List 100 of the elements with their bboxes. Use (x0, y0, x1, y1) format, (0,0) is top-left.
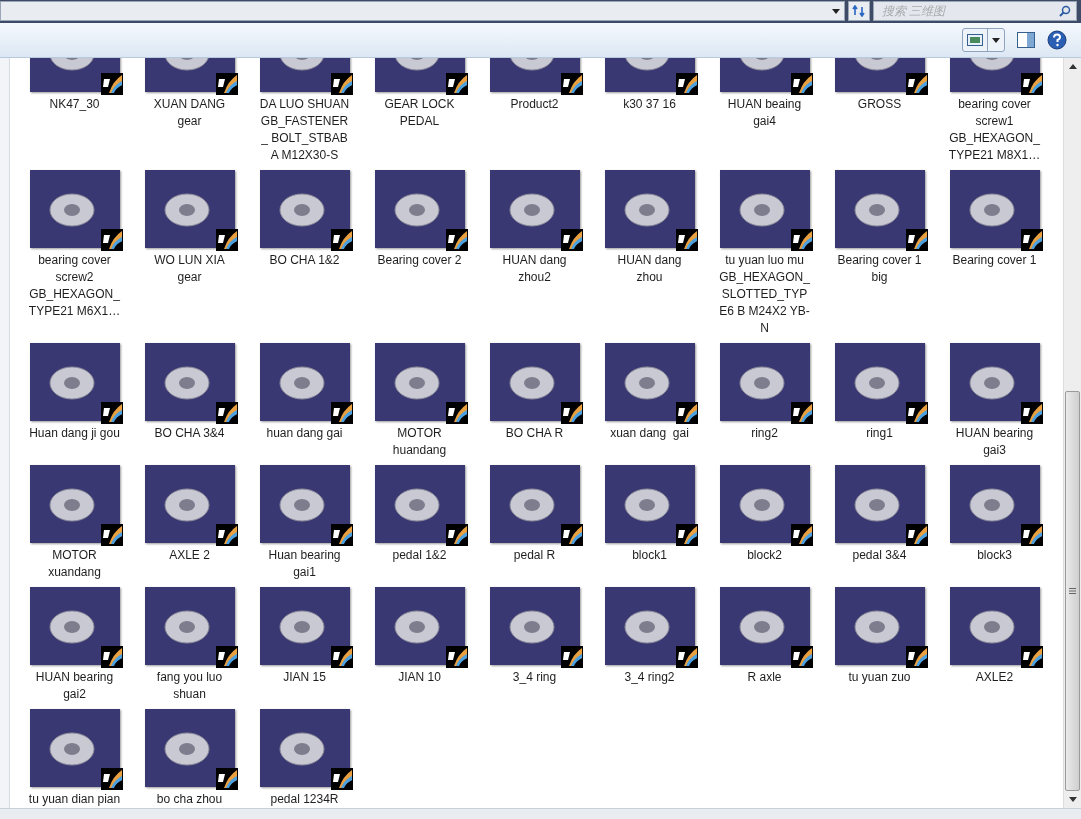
file-name[interactable]: HUAN bearing gai2 (28, 669, 121, 703)
file-type-icon (1020, 402, 1043, 424)
file-type-icon (905, 524, 928, 546)
search-icon[interactable] (1059, 5, 1071, 17)
file-name[interactable]: Product2 (488, 96, 581, 113)
file-type-icon (1020, 73, 1043, 95)
file-type-icon (445, 402, 468, 424)
file-type-icon (330, 73, 353, 95)
file-name[interactable]: bearing cover screw2 GB_HEXAGON_ TYPE21 M6X1… (28, 252, 121, 320)
file-type-icon (330, 229, 353, 251)
file-name[interactable]: BO CHA R (488, 425, 581, 442)
file-type-icon (330, 646, 353, 668)
file-name[interactable]: HUAN dang zhou2 (488, 252, 581, 286)
file-type-icon (560, 524, 583, 546)
file-type-icon (100, 768, 123, 790)
file-name[interactable]: xuan dang gai (603, 425, 696, 442)
file-type-icon (905, 229, 928, 251)
file-name[interactable]: tu yuan zuo (833, 669, 926, 686)
file-type-icon (215, 402, 238, 424)
file-name[interactable]: Bearing cover 2 (373, 252, 466, 269)
file-name[interactable]: HUAN dang zhou (603, 252, 696, 286)
file-type-icon (905, 646, 928, 668)
file-type-icon (560, 646, 583, 668)
file-name[interactable]: JIAN 10 (373, 669, 466, 686)
file-name[interactable]: block3 (948, 547, 1041, 564)
vertical-scrollbar[interactable] (1063, 58, 1081, 808)
scroll-down-icon[interactable] (1068, 797, 1077, 802)
file-name[interactable]: MOTOR huandang (373, 425, 466, 459)
file-name[interactable]: NK47_30 (28, 96, 121, 113)
scroll-up-icon[interactable] (1068, 64, 1077, 69)
file-name[interactable]: GEAR LOCK PEDAL (373, 96, 466, 130)
file-name[interactable]: pedal 1234R (258, 791, 351, 808)
file-name[interactable]: ring2 (718, 425, 811, 442)
file-type-icon (560, 73, 583, 95)
file-name[interactable]: block2 (718, 547, 811, 564)
file-type-icon (560, 229, 583, 251)
file-type-icon (445, 646, 468, 668)
dropdown-arrow-icon[interactable] (832, 8, 840, 14)
file-name[interactable]: WO LUN XIA gear (143, 252, 236, 286)
file-type-icon (1020, 646, 1043, 668)
file-type-icon (330, 524, 353, 546)
file-name[interactable]: DA LUO SHUAN GB_FASTENER_ BOLT_STBAB A M12X30-S (258, 96, 351, 164)
file-name[interactable]: huan dang gai (258, 425, 351, 442)
file-type-icon (100, 402, 123, 424)
file-type-icon (790, 73, 813, 95)
file-name[interactable]: bo cha zhou (143, 791, 236, 808)
file-type-icon (675, 229, 698, 251)
file-type-icon (100, 229, 123, 251)
file-name[interactable]: 3_4 ring2 (603, 669, 696, 686)
refresh-icon (852, 5, 866, 17)
file-name[interactable]: Bearing cover 1 big (833, 252, 926, 286)
file-name[interactable]: block1 (603, 547, 696, 564)
file-name[interactable]: k30 37 16 (603, 96, 696, 113)
file-name[interactable]: fang you luo shuan (143, 669, 236, 703)
file-type-icon (215, 768, 238, 790)
file-name[interactable]: HUAN beaing gai4 (718, 96, 811, 130)
file-type-icon (445, 229, 468, 251)
file-name[interactable]: pedal 3&4 (833, 547, 926, 564)
file-name[interactable]: GROSS (833, 96, 926, 113)
file-name[interactable]: AXLE 2 (143, 547, 236, 564)
file-name[interactable]: HUAN bearing gai3 (948, 425, 1041, 459)
file-name[interactable]: Huan dang ji gou (28, 425, 121, 442)
file-name[interactable]: BO CHA 1&2 (258, 252, 351, 269)
file-name[interactable]: Huan bearing gai1 (258, 547, 351, 581)
file-type-icon (1020, 524, 1043, 546)
address-field[interactable] (0, 1, 845, 21)
file-name[interactable]: R axle (718, 669, 811, 686)
file-type-icon (790, 646, 813, 668)
file-type-icon (100, 524, 123, 546)
file-type-icon (330, 768, 353, 790)
file-name[interactable]: XUAN DANG gear (143, 96, 236, 130)
preview-pane-icon[interactable] (1017, 32, 1035, 48)
help-icon[interactable] (1047, 30, 1067, 50)
file-type-icon (215, 73, 238, 95)
file-type-icon (675, 646, 698, 668)
file-name[interactable]: BO CHA 3&4 (143, 425, 236, 442)
file-name[interactable]: MOTOR xuandang (28, 547, 121, 581)
file-name[interactable]: bearing cover screw1 GB_HEXAGON_ TYPE21 M8X1… (948, 96, 1041, 164)
file-type-icon (675, 73, 698, 95)
file-type-icon (675, 524, 698, 546)
refresh-button[interactable] (848, 1, 870, 21)
file-name[interactable]: tu yuan dian pian (28, 791, 121, 808)
file-type-icon (445, 73, 468, 95)
file-name[interactable]: Bearing cover 1 (948, 252, 1041, 269)
file-type-icon (560, 402, 583, 424)
file-type-icon (100, 646, 123, 668)
caret-icon[interactable] (992, 37, 1000, 43)
file-type-icon (790, 402, 813, 424)
file-name[interactable]: 3_4 ring (488, 669, 581, 686)
file-name[interactable]: JIAN 15 (258, 669, 351, 686)
file-type-icon (215, 524, 238, 546)
file-name[interactable]: tu yuan luo mu GB_HEXAGON_ SLOTTED_TYPE6 B M24X2 YB-N (718, 252, 811, 337)
file-name[interactable]: AXLE2 (948, 669, 1041, 686)
file-name[interactable]: pedal 1&2 (373, 547, 466, 564)
scrollbar-thumb[interactable] (1065, 391, 1080, 791)
file-type-icon (100, 73, 123, 95)
file-name[interactable]: ring1 (833, 425, 926, 442)
file-name[interactable]: pedal R (488, 547, 581, 564)
file-type-icon (905, 402, 928, 424)
view-button[interactable] (962, 28, 1005, 52)
